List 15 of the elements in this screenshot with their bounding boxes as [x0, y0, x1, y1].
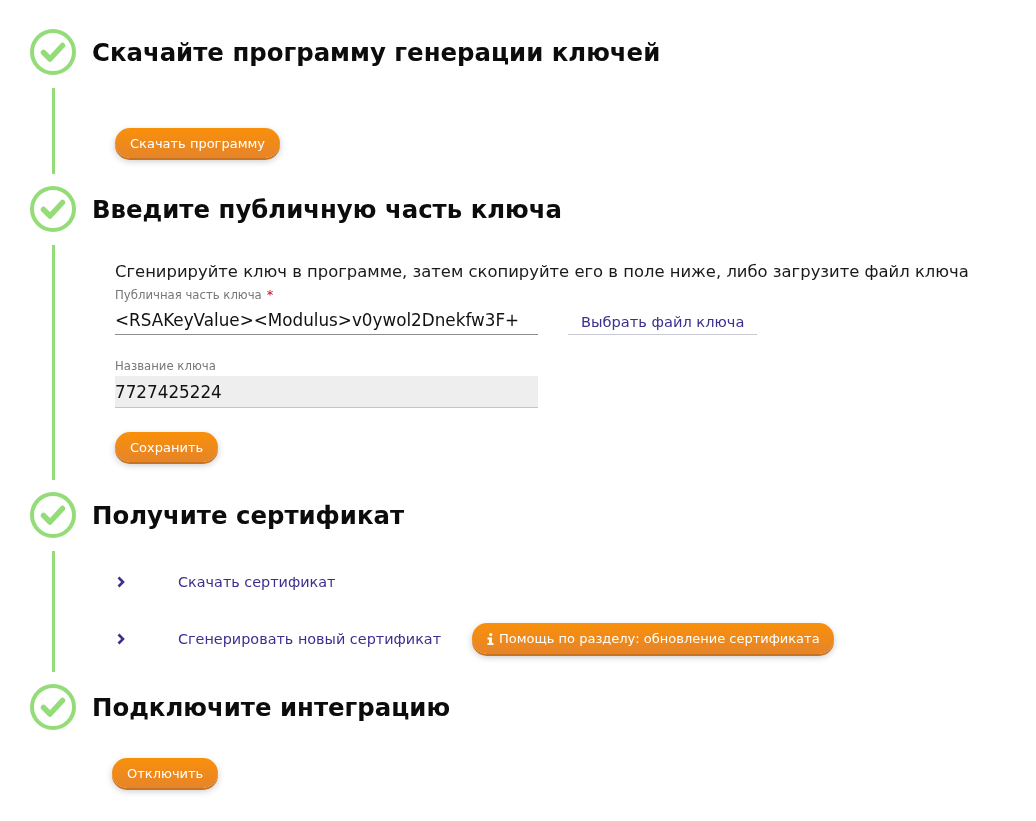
action-link[interactable]: Сгенерировать новый сертификат: [178, 630, 442, 647]
required-mark: *: [266, 288, 274, 302]
chevron-right-icon: [117, 575, 125, 588]
instruction-text: Сгенирируйте ключ в программе, затем скопируйте его в поле ниже, либо загрузите файл ключа: [115, 262, 969, 282]
choose-file-link[interactable]: Выбрать файл ключа: [568, 312, 758, 335]
input-field[interactable]: 7727425224: [115, 376, 538, 408]
step-title: Скачайте программу генерации ключей: [92, 37, 661, 67]
step-title: Получите сертификат: [92, 500, 405, 530]
info-icon: [487, 632, 495, 645]
action-link[interactable]: Скачать сертификат: [178, 573, 336, 590]
step-title: Введите публичную часть ключа: [92, 194, 562, 224]
field-label: Публичная часть ключа: [115, 288, 262, 302]
field-label: Название ключа: [115, 359, 216, 373]
chevron-right-icon: [117, 632, 125, 645]
step-title: Подключите интеграцию: [92, 692, 451, 722]
